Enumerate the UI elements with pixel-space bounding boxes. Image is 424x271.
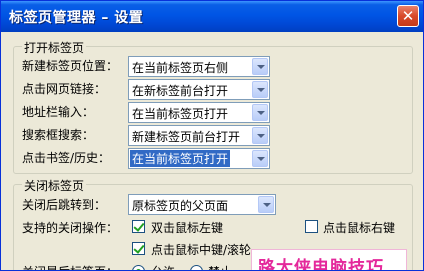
address-bar-select[interactable]: 在当前标签页打开 xyxy=(128,102,270,123)
close-last-allow-label[interactable]: 允许 xyxy=(151,263,175,270)
search-box-label: 搜索框搜索： xyxy=(22,128,95,142)
open-tabs-legend: 打开标签页 xyxy=(22,39,87,56)
bookmark-history-value: 在当前标签页打开 xyxy=(128,149,232,168)
address-bar-value: 在当前标签页打开 xyxy=(132,107,229,121)
chevron-down-icon[interactable] xyxy=(252,81,268,98)
new-tab-position-select[interactable]: 在当前标签页右侧 xyxy=(128,56,270,77)
chevron-down-icon[interactable] xyxy=(258,196,274,213)
close-last-allow-radio[interactable] xyxy=(132,265,145,270)
watermark: 路大侠电脑技巧 xyxy=(251,249,407,270)
middle-click-checkbox[interactable] xyxy=(132,242,145,255)
search-box-value: 新建标签页前台打开 xyxy=(132,130,241,144)
bookmark-history-label: 点击书签/历史： xyxy=(22,151,111,165)
close-icon: ✕ xyxy=(401,6,415,25)
chevron-down-icon[interactable] xyxy=(252,127,268,144)
close-button[interactable]: ✕ xyxy=(397,5,419,27)
link-click-select[interactable]: 在新标签前台打开 xyxy=(128,79,270,100)
bookmark-history-select[interactable]: 在当前标签页打开 xyxy=(128,148,270,169)
new-tab-position-value: 在当前标签页右侧 xyxy=(132,61,229,75)
double-click-left-checkbox[interactable] xyxy=(132,220,145,233)
close-last-tab-label: 关闭最后标签页： xyxy=(22,263,118,270)
title-bar[interactable]: 标签页管理器 – 设置 ✕ xyxy=(1,1,423,32)
middle-click-label[interactable]: 点击鼠标中键/滚轮 xyxy=(151,241,251,258)
close-tabs-legend: 关闭标签页 xyxy=(22,177,87,194)
chevron-down-icon[interactable] xyxy=(252,104,268,121)
link-click-value: 在新标签前台打开 xyxy=(132,84,229,98)
window-title: 标签页管理器 – 设置 xyxy=(9,10,144,26)
chevron-down-icon[interactable] xyxy=(252,58,268,75)
chevron-down-icon[interactable] xyxy=(252,150,268,167)
settings-window: 标签页管理器 – 设置 ✕ 打开标签页 新建标签页位置： 在当前标签页右侧 点击… xyxy=(0,0,424,271)
address-bar-label: 地址栏输入： xyxy=(22,105,95,119)
close-ops-label: 支持的关闭操作： xyxy=(22,221,119,235)
search-box-select[interactable]: 新建标签页前台打开 xyxy=(128,125,270,146)
close-last-deny-radio[interactable] xyxy=(190,265,203,270)
double-click-left-label[interactable]: 双击鼠标左键 xyxy=(151,219,223,236)
jump-after-close-select[interactable]: 原标签页的父页面 xyxy=(128,194,276,215)
right-click-label[interactable]: 点击鼠标右键 xyxy=(323,219,395,236)
jump-after-close-label: 关闭后跳转到： xyxy=(22,198,107,212)
new-tab-position-label: 新建标签页位置： xyxy=(22,59,119,73)
close-last-deny-label[interactable]: 禁止 xyxy=(208,263,232,270)
right-click-checkbox[interactable] xyxy=(305,220,318,233)
jump-after-close-value: 原标签页的父页面 xyxy=(132,199,229,213)
link-click-label: 点击网页链接： xyxy=(22,82,107,96)
